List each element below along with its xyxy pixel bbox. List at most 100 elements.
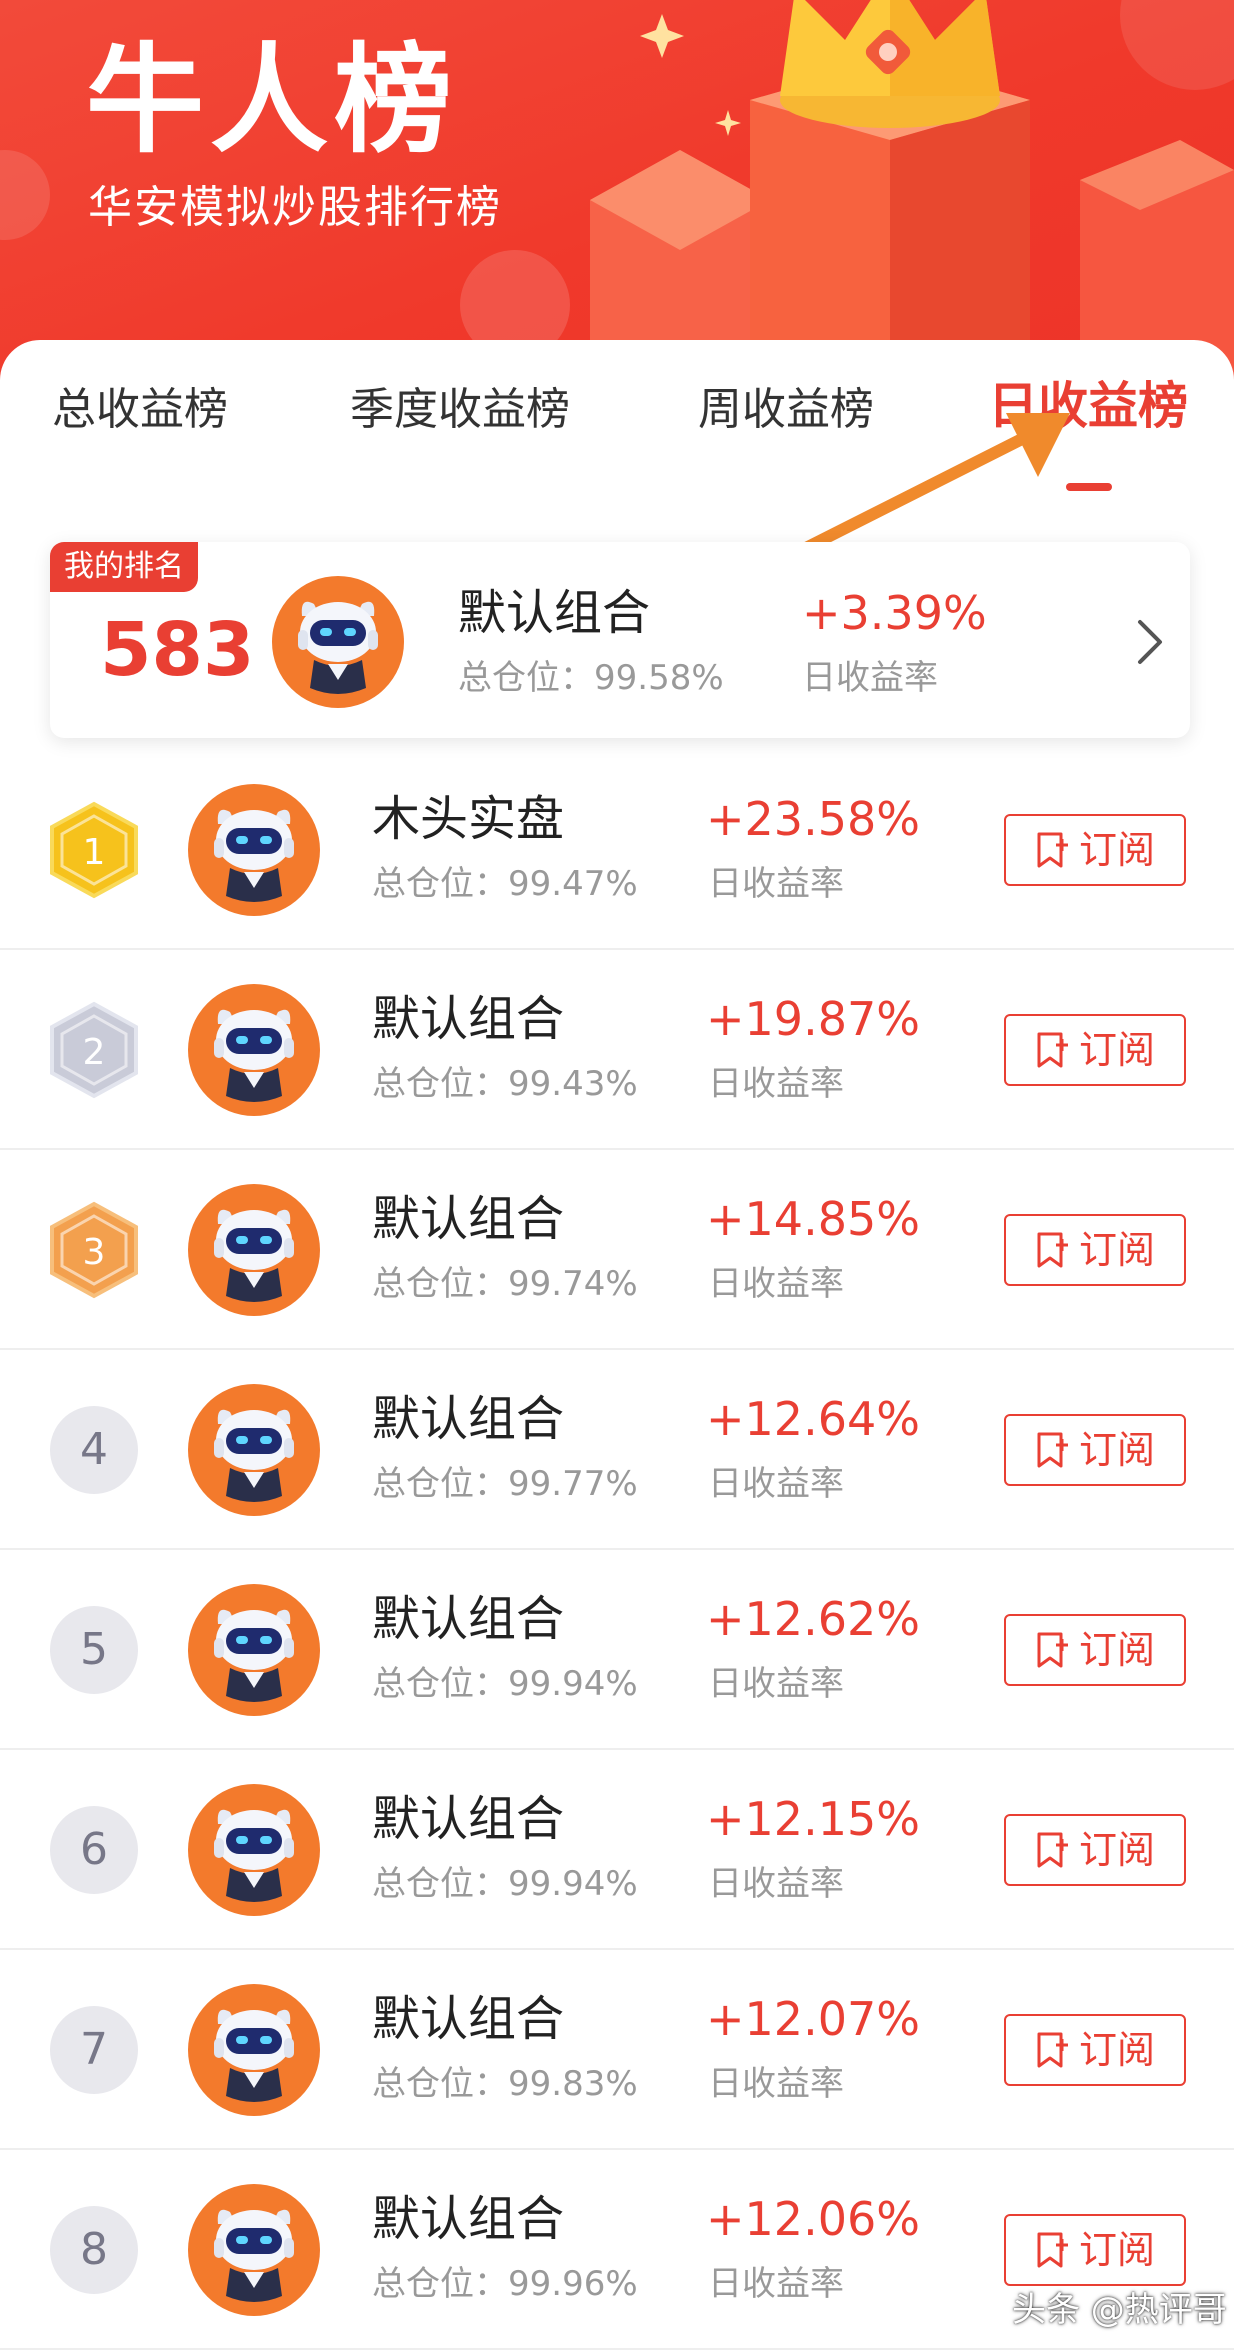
subscribe-button[interactable]: 订阅 (1004, 1614, 1186, 1686)
ranking-row[interactable]: 5 默认组合 总仓位：99.94% +12.62% 日收益率 订阅 (0, 1550, 1234, 1750)
my-rank-badge: 我的排名 (50, 542, 198, 592)
robot-avatar-icon (188, 1184, 320, 1316)
tab-total-return[interactable]: 总收益榜 (52, 380, 228, 440)
daily-return-label: 日收益率 (708, 1464, 844, 1504)
position-text: 总仓位：99.83% (372, 2064, 638, 2104)
subscribe-label: 订阅 (1078, 1828, 1155, 1872)
bookmark-plus-icon (1037, 1632, 1068, 1668)
daily-return: +12.07% (706, 1992, 920, 2046)
robot-avatar-icon (188, 1584, 320, 1716)
subscribe-button[interactable]: 订阅 (1004, 2214, 1186, 2286)
watermark: 头条 @热评哥 (1012, 2290, 1227, 2330)
ranking-row[interactable]: 3 默认组合 总仓位：99.74% +14.85% 日收益率 订阅 (0, 1150, 1234, 1350)
subscribe-label: 订阅 (1078, 1028, 1155, 1072)
hexagon-medal-icon: 2 (50, 1001, 138, 1099)
portfolio-name: 默认组合 (372, 1191, 565, 1247)
tab-quarterly-return[interactable]: 季度收益榜 (350, 380, 570, 440)
rank-number: 7 (50, 2006, 138, 2094)
subscribe-button[interactable]: 订阅 (1004, 814, 1186, 886)
crown-icon (780, 0, 1000, 128)
robot-avatar-icon (272, 576, 404, 708)
daily-return-label: 日收益率 (708, 1064, 844, 1104)
robot-avatar-icon (188, 1984, 320, 2116)
ranking-row[interactable]: 4 默认组合 总仓位：99.77% +12.64% 日收益率 订阅 (0, 1350, 1234, 1550)
position-text: 总仓位：99.94% (372, 1664, 638, 1704)
rank-number: 5 (50, 1606, 138, 1694)
hexagon-medal-icon: 1 (50, 801, 138, 899)
my-daily-return: +3.39% (802, 586, 987, 640)
daily-return: +23.58% (706, 792, 920, 846)
bookmark-plus-icon (1037, 1032, 1068, 1068)
my-daily-return-label: 日收益率 (802, 658, 938, 698)
portfolio-name: 默认组合 (372, 1591, 565, 1647)
daily-return-label: 日收益率 (708, 2064, 844, 2104)
rank-slot: 6 (44, 1800, 144, 1900)
bookmark-plus-icon (1037, 832, 1068, 868)
daily-return-label: 日收益率 (708, 1264, 844, 1304)
rank-number: 8 (50, 2206, 138, 2294)
daily-return-label: 日收益率 (708, 1664, 844, 1704)
bookmark-plus-icon (1037, 2032, 1068, 2068)
rank-slot: 4 (44, 1400, 144, 1500)
daily-return: +12.06% (706, 2192, 920, 2246)
hexagon-medal-icon: 3 (50, 1201, 138, 1299)
chevron-right-icon[interactable] (1132, 616, 1168, 668)
subscribe-label: 订阅 (1078, 2228, 1155, 2272)
daily-return: +19.87% (706, 992, 920, 1046)
page-subtitle: 华安模拟炒股排行榜 (88, 182, 502, 233)
bookmark-plus-icon (1037, 2232, 1068, 2268)
ranking-row[interactable]: 7 默认组合 总仓位：99.83% +12.07% 日收益率 订阅 (0, 1950, 1234, 2150)
my-rank-number: 583 (100, 607, 255, 693)
rank-slot: 5 (44, 1600, 144, 1700)
portfolio-name: 默认组合 (372, 1391, 565, 1447)
subscribe-label: 订阅 (1078, 1628, 1155, 1672)
page-title: 牛人榜 (86, 31, 459, 169)
leaderboard-panel: 总收益榜 季度收益榜 周收益榜 日收益榜 我的排名 583 默认组合 总仓位：9… (0, 340, 1234, 2350)
position-text: 总仓位：99.96% (372, 2264, 638, 2304)
bookmark-plus-icon (1037, 1832, 1068, 1868)
ranking-row[interactable]: 1 木头实盘 总仓位：99.47% +23.58% 日收益率 订阅 (0, 750, 1234, 950)
bookmark-plus-icon (1037, 1432, 1068, 1468)
daily-return-label: 日收益率 (708, 2264, 844, 2304)
rank-number: 1 (83, 832, 106, 873)
robot-avatar-icon (188, 984, 320, 1116)
subscribe-label: 订阅 (1078, 2028, 1155, 2072)
subscribe-button[interactable]: 订阅 (1004, 1414, 1186, 1486)
ranking-list: 1 木头实盘 总仓位：99.47% +23.58% 日收益率 订阅 2 默认组合… (0, 750, 1234, 2350)
subscribe-button[interactable]: 订阅 (1004, 1014, 1186, 1086)
rank-number: 6 (50, 1806, 138, 1894)
rank-number: 2 (83, 1032, 106, 1073)
my-rank-card[interactable]: 我的排名 583 默认组合 总仓位：99.58% +3.39% 日收益率 (50, 542, 1190, 738)
rank-slot: 8 (44, 2200, 144, 2300)
daily-return: +12.15% (706, 1792, 920, 1846)
position-text: 总仓位：99.77% (372, 1464, 638, 1504)
ranking-row[interactable]: 6 默认组合 总仓位：99.94% +12.15% 日收益率 订阅 (0, 1750, 1234, 1950)
position-text: 总仓位：99.74% (372, 1264, 638, 1304)
rank-number: 3 (83, 1232, 106, 1273)
daily-return-label: 日收益率 (708, 864, 844, 904)
bookmark-plus-icon (1037, 1232, 1068, 1268)
subscribe-button[interactable]: 订阅 (1004, 1214, 1186, 1286)
portfolio-name: 默认组合 (372, 2191, 565, 2247)
robot-avatar-icon (188, 2184, 320, 2316)
daily-return-label: 日收益率 (708, 1864, 844, 1904)
daily-return: +12.62% (706, 1592, 920, 1646)
rank-number: 4 (50, 1406, 138, 1494)
portfolio-name: 默认组合 (372, 991, 565, 1047)
subscribe-label: 订阅 (1078, 828, 1155, 872)
annotation-arrow-icon (786, 413, 1070, 561)
portfolio-name: 木头实盘 (372, 791, 565, 847)
subscribe-label: 订阅 (1078, 1228, 1155, 1272)
rank-slot: 7 (44, 2000, 144, 2100)
robot-avatar-icon (188, 1784, 320, 1916)
ranking-row[interactable]: 2 默认组合 总仓位：99.43% +19.87% 日收益率 订阅 (0, 950, 1234, 1150)
my-portfolio-name: 默认组合 (458, 585, 651, 641)
daily-return: +12.64% (706, 1392, 920, 1446)
subscribe-button[interactable]: 订阅 (1004, 1814, 1186, 1886)
subscribe-button[interactable]: 订阅 (1004, 2014, 1186, 2086)
position-text: 总仓位：99.94% (372, 1864, 638, 1904)
position-text: 总仓位：99.43% (372, 1064, 638, 1104)
decor-bubble (0, 150, 50, 240)
subscribe-label: 订阅 (1078, 1428, 1155, 1472)
my-position-text: 总仓位：99.58% (458, 658, 724, 698)
